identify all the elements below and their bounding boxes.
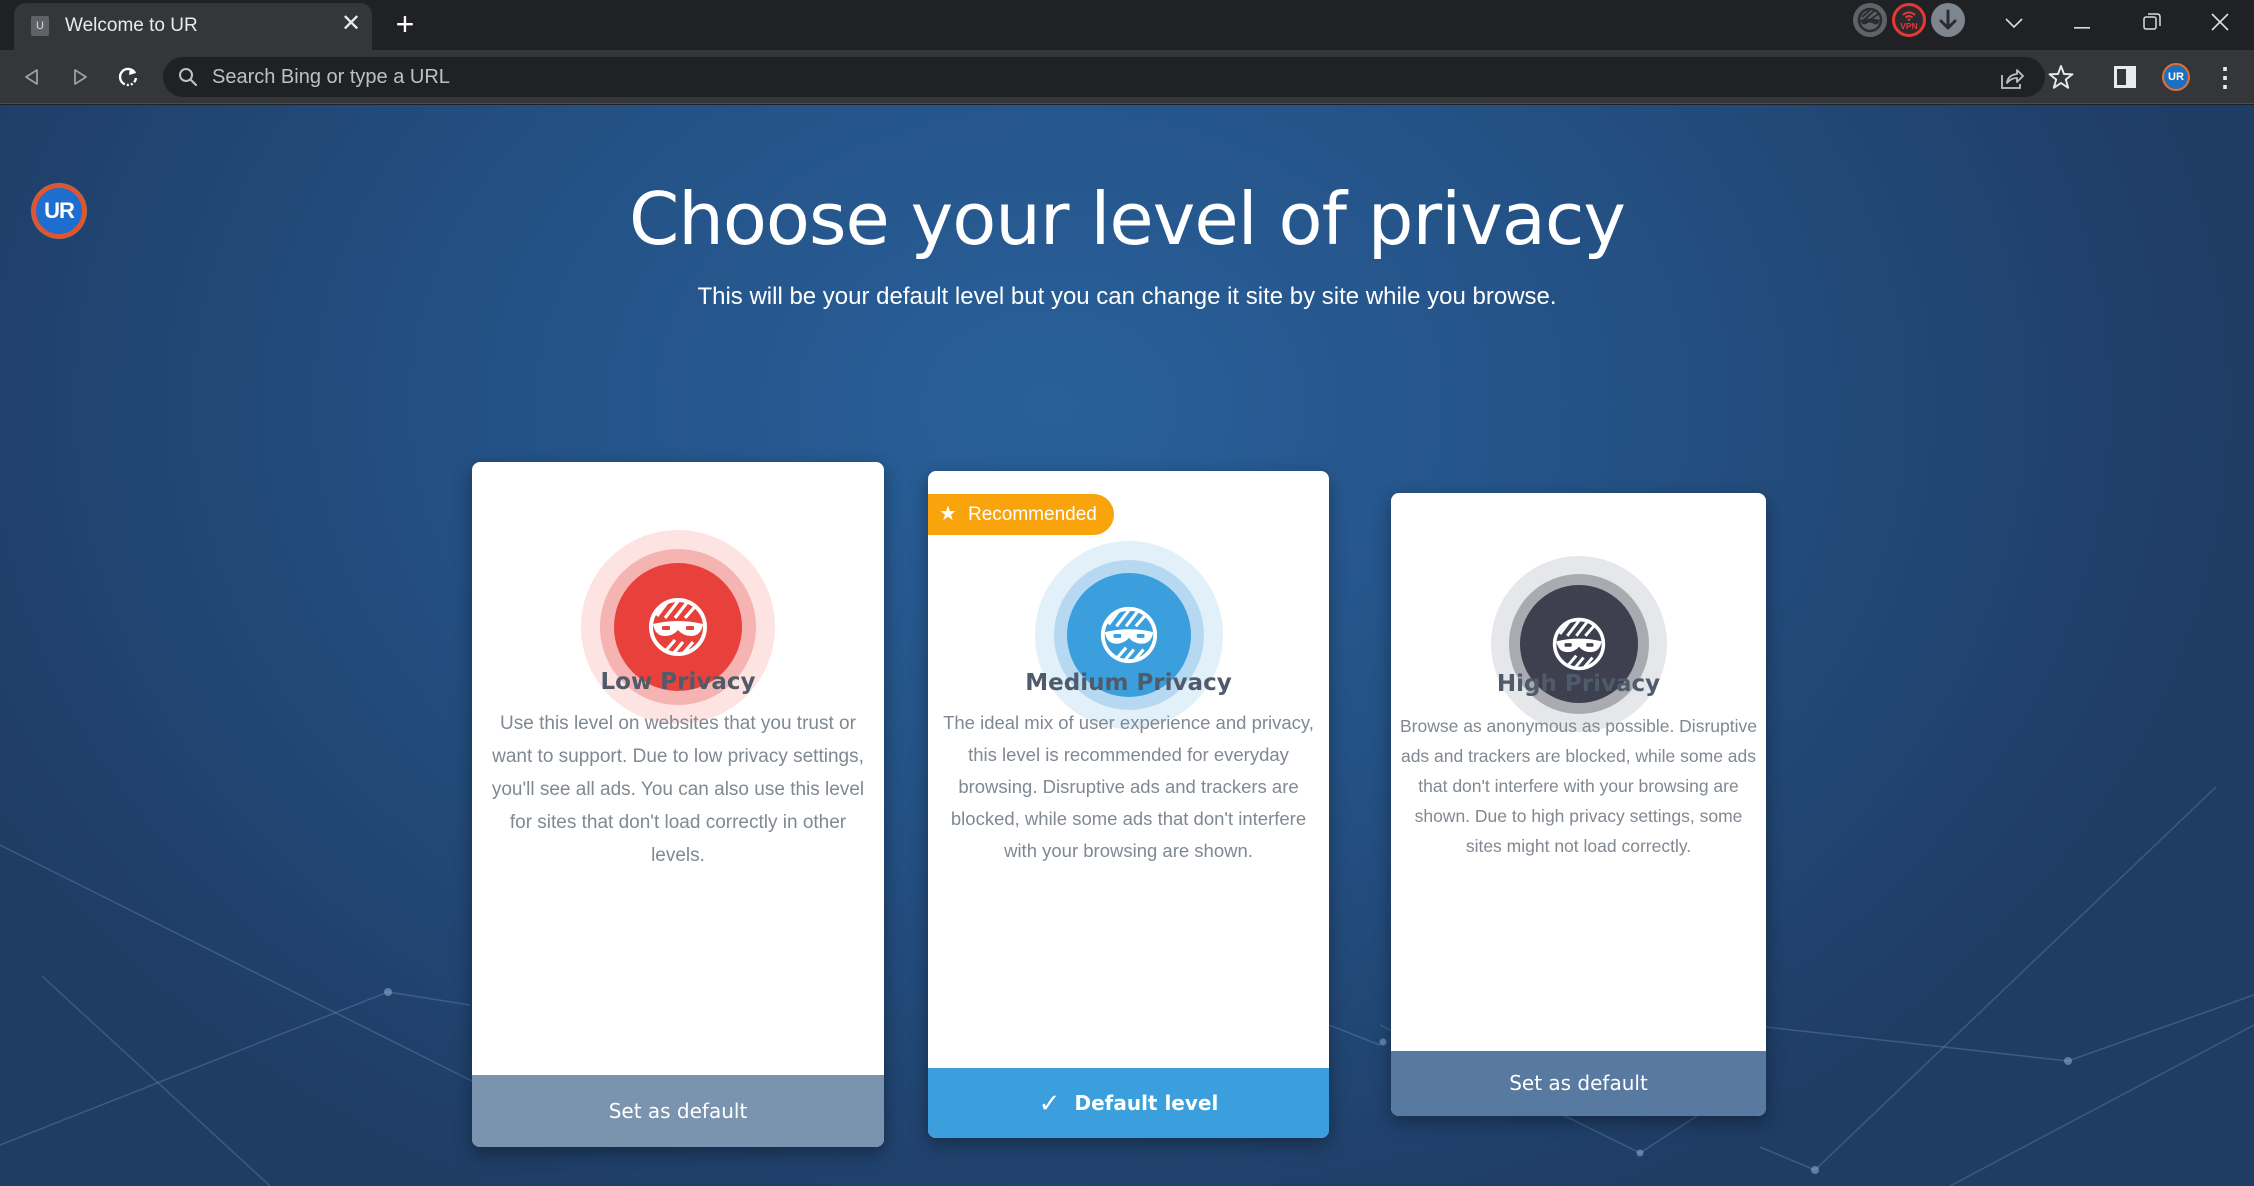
card-description-high: Browse as anonymous as possible. Disrupt… xyxy=(1400,716,1757,856)
side-panel-icon[interactable] xyxy=(2114,66,2136,88)
welcome-page: UR Choose your level of privacy This wil… xyxy=(0,105,2254,1186)
menu-kebab-icon[interactable]: ⋮ xyxy=(2212,61,2238,93)
incognito-mask-icon xyxy=(1552,617,1605,671)
forward-button[interactable] xyxy=(62,59,98,95)
tab-search-chevron-icon[interactable] xyxy=(1992,4,2036,40)
card-title-medium: Medium Privacy xyxy=(1025,670,1232,696)
page-title: Choose your level of privacy xyxy=(628,177,1626,261)
share-icon[interactable] xyxy=(1999,65,2025,91)
profile-avatar[interactable]: UR xyxy=(2162,63,2190,91)
back-button[interactable] xyxy=(14,59,50,95)
star-icon: ★ xyxy=(939,503,957,525)
privacy-card-medium[interactable]: ★ Recommended Medium Privacy The ideal m… xyxy=(928,471,1329,1138)
tab-close-icon[interactable]: ✕ xyxy=(336,9,366,39)
page-subtitle: This will be your default level but you … xyxy=(697,283,1557,310)
privacy-card-high[interactable]: High Privacy Browse as anonymous as poss… xyxy=(1391,493,1766,1116)
card-description-medium: The ideal mix of user experience and pri… xyxy=(943,712,1314,861)
default-level-button-medium[interactable]: ✓ Default level xyxy=(928,1068,1329,1138)
medium-privacy-emblem xyxy=(1034,541,1223,729)
privacy-card-low[interactable]: Low Privacy Use this level on websites t… xyxy=(472,462,884,1147)
search-icon xyxy=(179,68,198,87)
recommended-badge: ★ Recommended xyxy=(928,494,1114,535)
checkmark-icon: ✓ xyxy=(1038,1089,1061,1119)
incognito-mask-extension-icon[interactable] xyxy=(1853,3,1887,37)
vpn-extension-icon[interactable]: VPN xyxy=(1892,3,1926,37)
tab-favicon-icon: U xyxy=(31,16,49,36)
card-title-high: High Privacy xyxy=(1496,671,1661,697)
tab-welcome[interactable]: U Welcome to UR ✕ xyxy=(14,3,372,51)
high-privacy-emblem xyxy=(1490,556,1667,732)
card-title-low: Low Privacy xyxy=(600,669,756,695)
url-input[interactable] xyxy=(212,57,1812,97)
tab-title: Welcome to UR xyxy=(65,15,198,36)
incognito-mask-icon xyxy=(1100,606,1157,664)
reload-button[interactable] xyxy=(110,59,146,95)
browser-toolbar: UR ⋮ xyxy=(0,50,2254,104)
address-bar[interactable] xyxy=(163,57,2074,97)
set-default-button-low[interactable]: Set as default xyxy=(472,1075,884,1147)
minimize-button[interactable] xyxy=(2060,4,2104,40)
tab-strip: U Welcome to UR ✕ + VPN xyxy=(0,0,2254,51)
restore-button[interactable] xyxy=(2130,4,2174,40)
vpn-label: VPN xyxy=(1900,21,1917,31)
new-tab-button[interactable]: + xyxy=(389,8,421,41)
bookmark-star-icon[interactable] xyxy=(2048,64,2074,90)
set-default-button-high[interactable]: Set as default xyxy=(1391,1051,1766,1116)
incognito-mask-icon xyxy=(649,598,707,656)
download-extension-icon[interactable] xyxy=(1931,3,1965,37)
card-description-low: Use this level on websites that you trus… xyxy=(491,713,865,866)
close-window-button[interactable] xyxy=(2198,4,2242,40)
